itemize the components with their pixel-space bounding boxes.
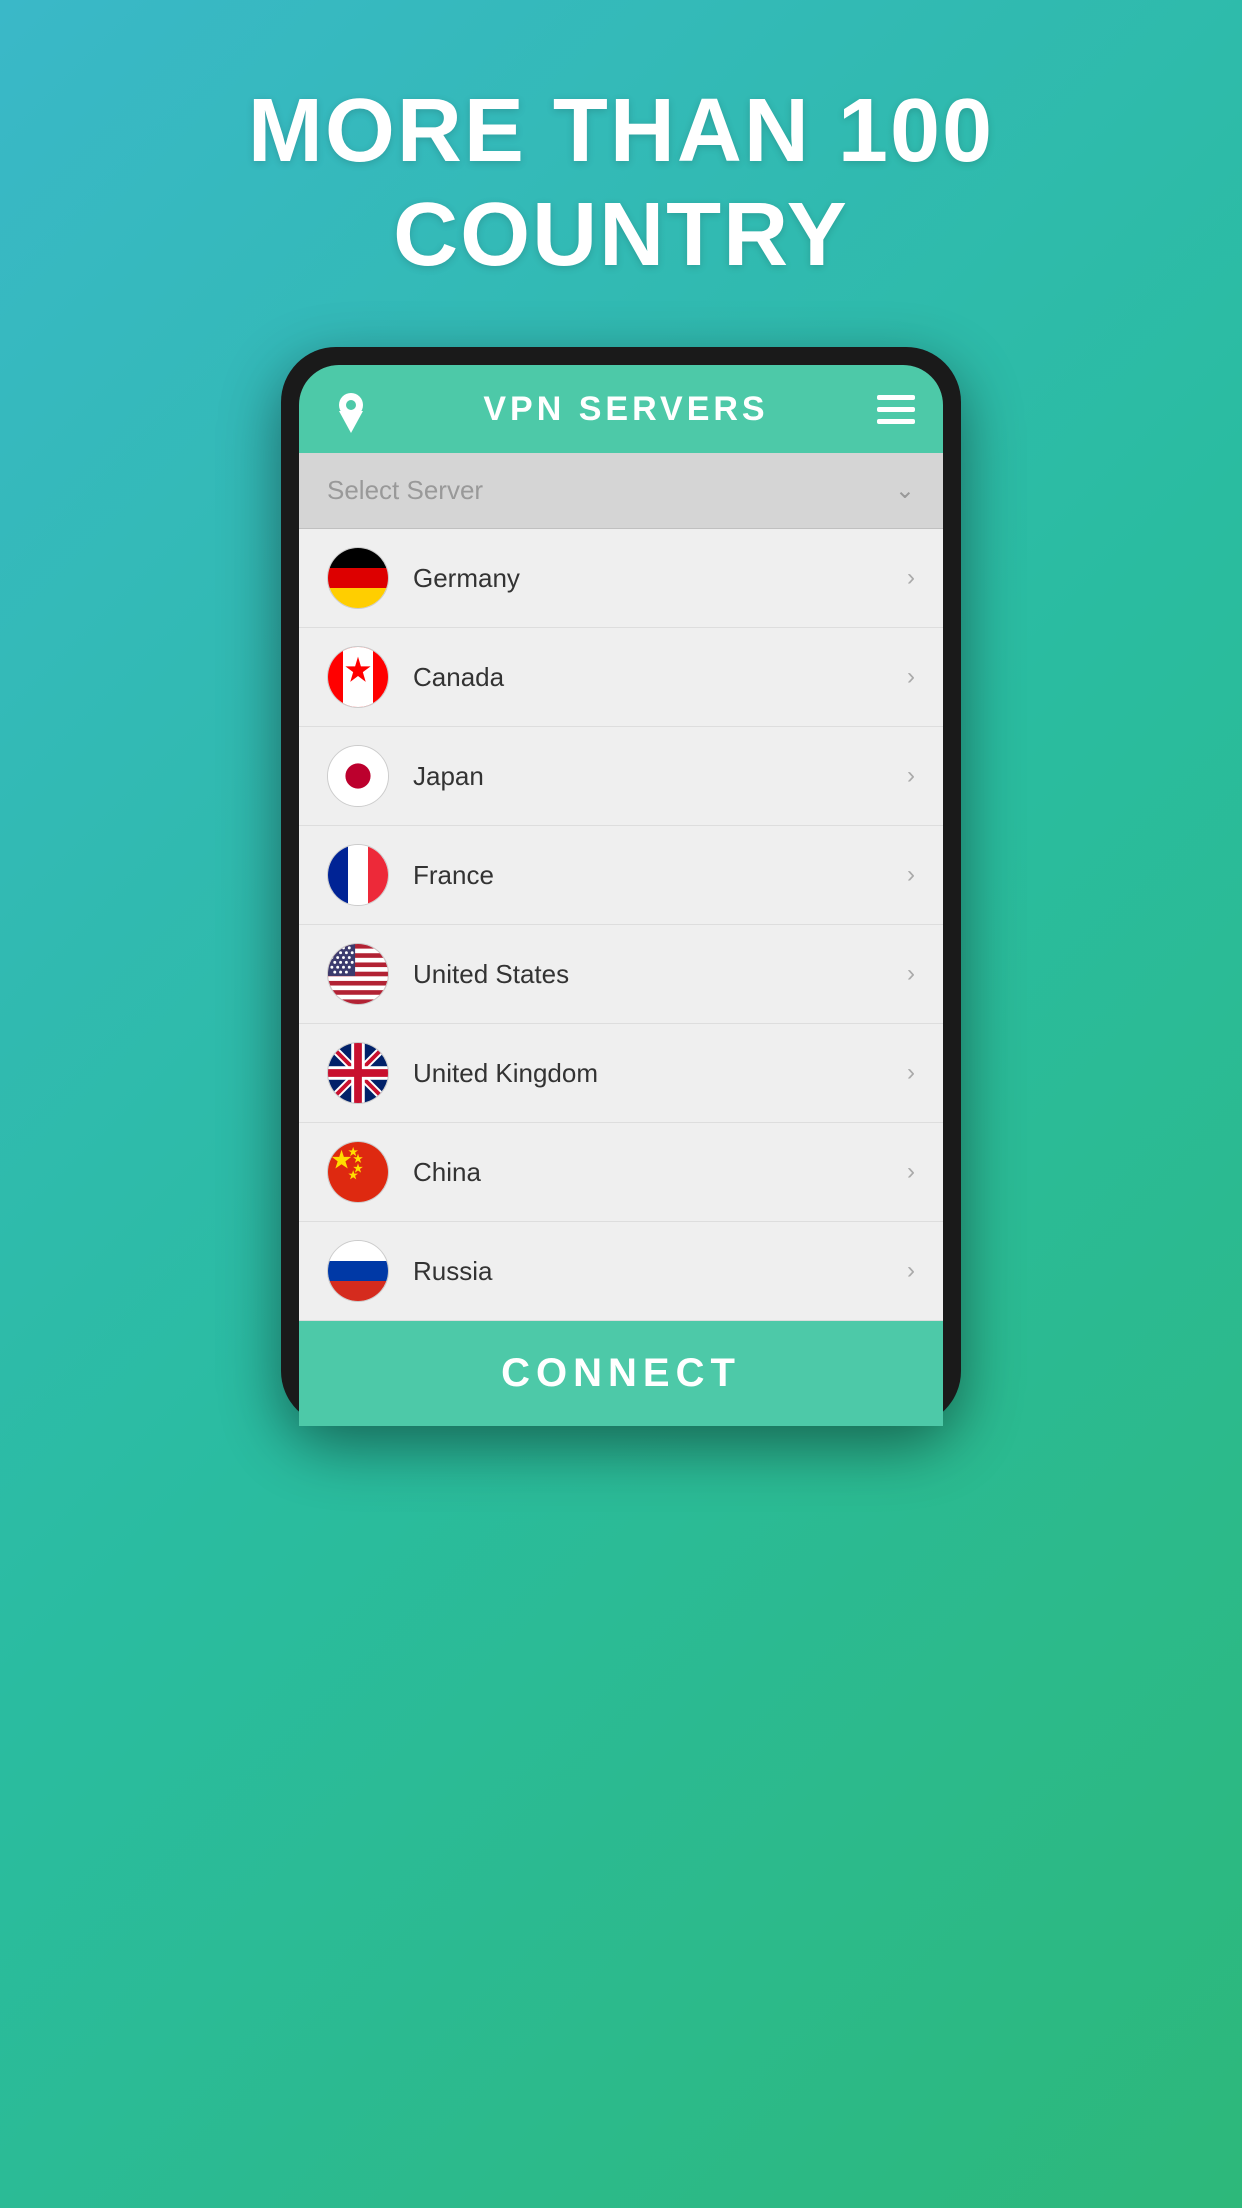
headline-line1: MORE THAN 100 bbox=[248, 81, 994, 181]
country-name: China bbox=[413, 1157, 907, 1188]
flag-gb-icon bbox=[327, 1042, 389, 1104]
flag-ca-icon bbox=[327, 646, 389, 708]
hamburger-menu-icon[interactable] bbox=[877, 395, 915, 424]
app-header: VPN SERVERS bbox=[299, 365, 943, 453]
headline: MORE THAN 100 COUNTRY bbox=[248, 80, 994, 287]
country-name: Russia bbox=[413, 1256, 907, 1287]
flag-fr-icon bbox=[327, 844, 389, 906]
flag-de-icon bbox=[327, 547, 389, 609]
app-title: VPN SERVERS bbox=[483, 390, 768, 429]
connect-button[interactable]: CONNECT bbox=[299, 1321, 943, 1426]
app-logo-icon bbox=[327, 385, 375, 433]
chevron-right-icon: › bbox=[907, 861, 915, 889]
country-name: United Kingdom bbox=[413, 1058, 907, 1089]
chevron-right-icon: › bbox=[907, 960, 915, 988]
chevron-right-icon: › bbox=[907, 1158, 915, 1186]
chevron-right-icon: › bbox=[907, 1059, 915, 1087]
select-server-dropdown[interactable]: Select Server ⌄ bbox=[299, 453, 943, 529]
country-name: Germany bbox=[413, 563, 907, 594]
headline-line2: COUNTRY bbox=[393, 185, 849, 285]
country-name: Canada bbox=[413, 662, 907, 693]
chevron-down-icon: ⌄ bbox=[895, 476, 915, 505]
flag-cn-icon bbox=[327, 1141, 389, 1203]
chevron-right-icon: › bbox=[907, 1257, 915, 1285]
phone-device: VPN SERVERS Select Server ⌄ bbox=[281, 347, 961, 1426]
flag-jp-icon bbox=[327, 745, 389, 807]
country-name: United States bbox=[413, 959, 907, 990]
list-item[interactable]: Russia › bbox=[299, 1222, 943, 1321]
list-item[interactable]: Japan › bbox=[299, 727, 943, 826]
chevron-right-icon: › bbox=[907, 663, 915, 691]
list-item[interactable]: France › bbox=[299, 826, 943, 925]
country-list: Germany › Canada › bbox=[299, 529, 943, 1321]
list-item[interactable]: China › bbox=[299, 1123, 943, 1222]
list-item[interactable]: United Kingdom › bbox=[299, 1024, 943, 1123]
list-item[interactable]: Canada › bbox=[299, 628, 943, 727]
country-name: France bbox=[413, 860, 907, 891]
list-item[interactable]: Germany › bbox=[299, 529, 943, 628]
chevron-right-icon: › bbox=[907, 762, 915, 790]
chevron-right-icon: › bbox=[907, 564, 915, 592]
flag-us-icon bbox=[327, 943, 389, 1005]
select-server-label: Select Server bbox=[327, 475, 483, 506]
list-item[interactable]: United States › bbox=[299, 925, 943, 1024]
country-name: Japan bbox=[413, 761, 907, 792]
flag-ru-icon bbox=[327, 1240, 389, 1302]
